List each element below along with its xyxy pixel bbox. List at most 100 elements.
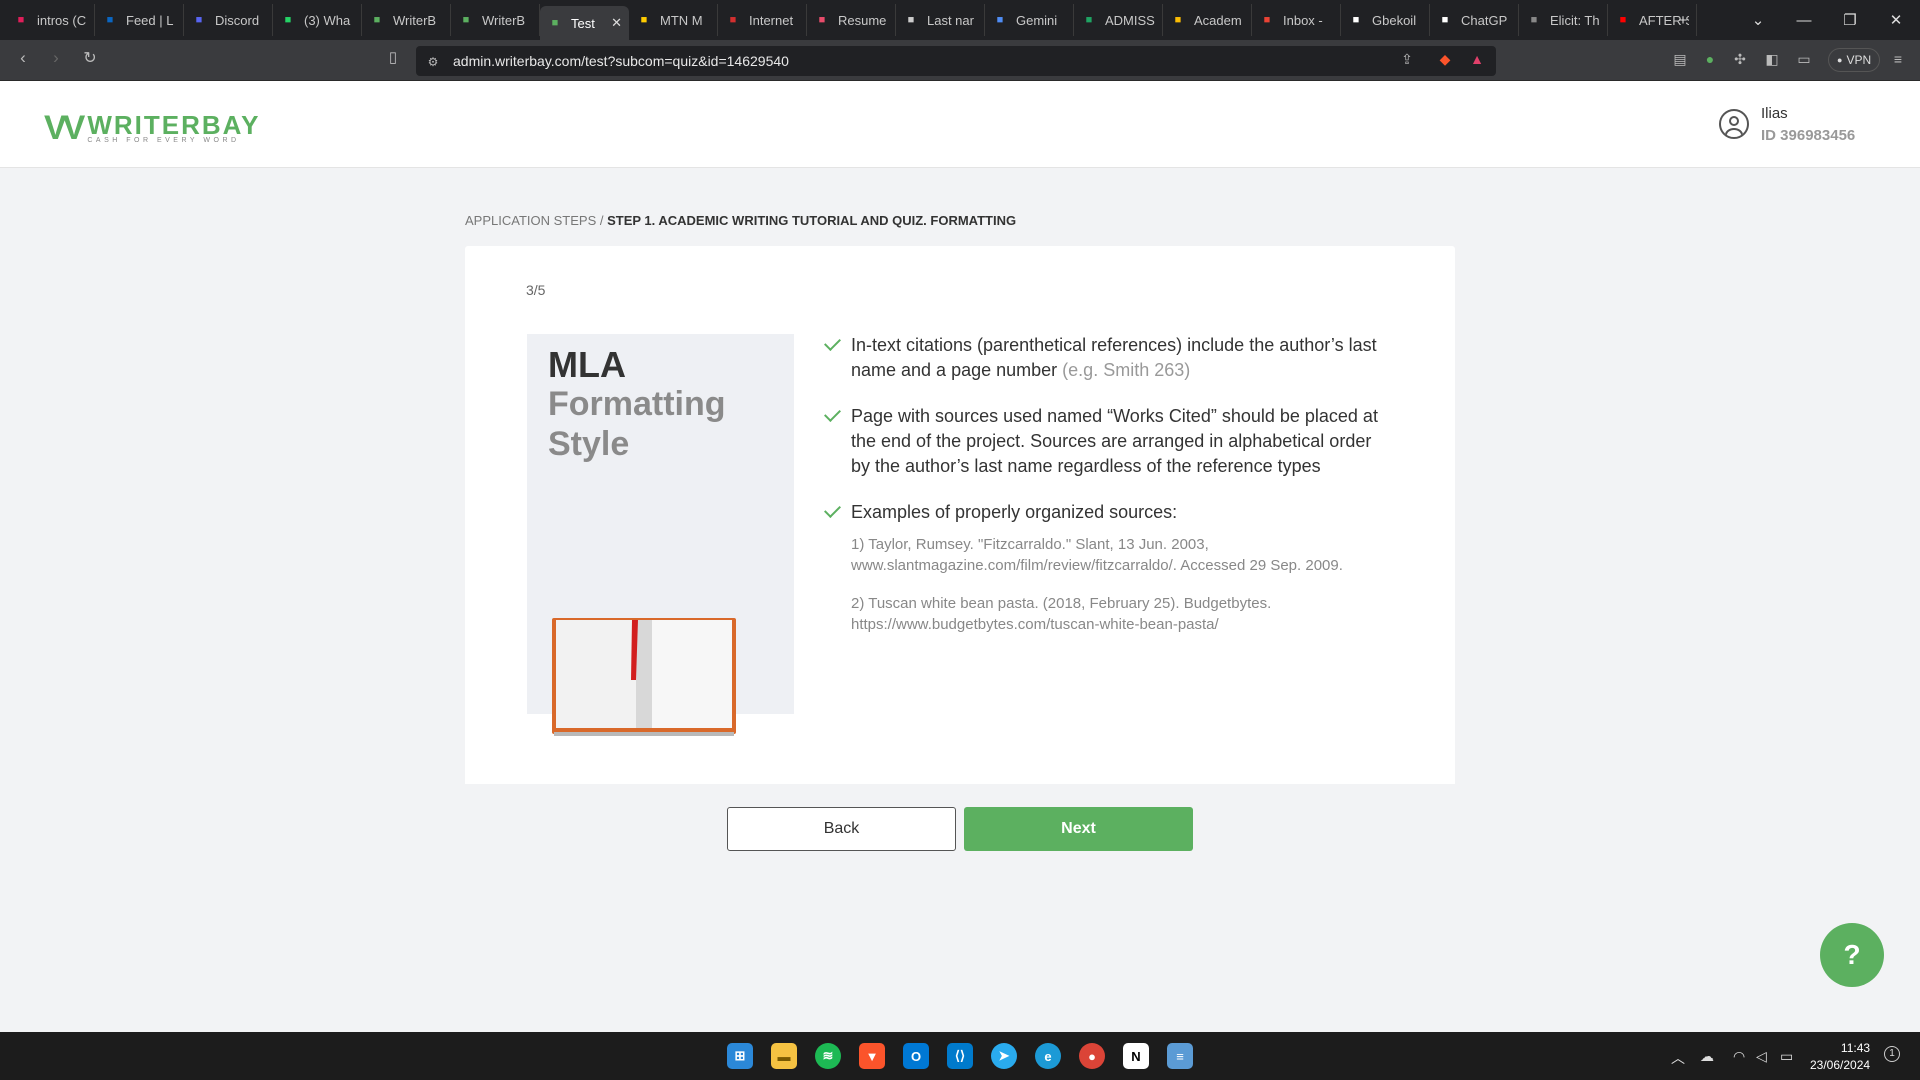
reload-icon[interactable]: ↻	[77, 48, 103, 68]
logo-mark-icon: VV	[44, 109, 85, 147]
notification-badge[interactable]: 1	[1884, 1046, 1900, 1062]
reading-list-icon[interactable]: ▤	[1671, 50, 1689, 68]
browser-tab[interactable]: ■ WriterB	[362, 4, 451, 36]
restore-icon[interactable]: ❐	[1827, 0, 1873, 40]
check-icon	[824, 405, 841, 422]
check-icon	[824, 501, 841, 518]
tab-title: Discord	[215, 12, 260, 28]
browser-tab[interactable]: ■ Discord	[184, 4, 273, 36]
bullet-item: Examples of properly organized sources: …	[824, 500, 1394, 635]
breadcrumb-root[interactable]: APPLICATION STEPS /	[465, 213, 607, 228]
tab-title: Inbox -	[1283, 12, 1323, 28]
youtube-icon: ■	[1619, 14, 1627, 26]
help-chat-icon[interactable]: ?	[1820, 923, 1884, 987]
file-explorer-icon[interactable]: ▬	[771, 1043, 797, 1069]
mtn-icon: ■	[640, 14, 648, 26]
tray-overflow-icon[interactable]: ︿	[1671, 1048, 1685, 1068]
browser-tab[interactable]: ■ Test ✕	[540, 6, 629, 40]
volume-icon[interactable]: ◁	[1756, 1048, 1767, 1065]
resume-icon: ■	[818, 14, 826, 26]
battery-icon[interactable]: ▭	[1780, 1048, 1793, 1065]
tab-title: Last nar	[927, 12, 974, 28]
vscode-icon[interactable]: ⟨⟩	[947, 1043, 973, 1069]
browser-tab[interactable]: ■ Internet	[718, 4, 807, 36]
brave-shields-icon[interactable]: ◆	[1436, 50, 1454, 68]
browser-tab[interactable]: ■ WriterB	[451, 4, 540, 36]
browser-tab[interactable]: ■ Inbox -	[1252, 4, 1341, 36]
tab-title: ChatGP	[1461, 12, 1508, 28]
tab-title: Feed | L	[126, 12, 174, 28]
browser-tab[interactable]: ■ intros (C	[6, 4, 95, 36]
telegram-icon[interactable]: ➤	[991, 1043, 1017, 1069]
sheets-icon: ■	[1085, 14, 1093, 26]
bullet-2-text: Page with sources used named “Works Cite…	[851, 406, 1378, 476]
browser-tab[interactable]: ■ MTN M	[629, 4, 718, 36]
check-icon	[824, 334, 841, 351]
panel-title-line1: MLA	[548, 344, 626, 385]
tab-title: (3) Wha	[304, 12, 351, 28]
forward-icon[interactable]: ›	[43, 48, 69, 68]
user-name[interactable]: Ilias	[1761, 105, 1788, 122]
notion-icon[interactable]: N	[1123, 1043, 1149, 1069]
internet-icon: ■	[729, 14, 737, 26]
example-source-2: 2) Tuscan white bean pasta. (2018, Febru…	[851, 595, 1272, 633]
sidebar-icon[interactable]: ◧	[1763, 50, 1781, 68]
next-button[interactable]: Next	[964, 807, 1193, 851]
bullet-item: In-text citations (parenthetical referen…	[824, 333, 1394, 383]
clock-date: 23/06/2024	[1810, 1058, 1871, 1072]
tab-search-icon[interactable]: ⌄	[1735, 0, 1781, 40]
bookmark-icon[interactable]: ▯	[380, 48, 406, 66]
chrome-icon[interactable]: ●	[1079, 1043, 1105, 1069]
browser-tab[interactable]: ■ ChatGP	[1430, 4, 1519, 36]
clock[interactable]: 11:43 23/06/2024	[1810, 1040, 1870, 1074]
menu-icon[interactable]: ≡	[1889, 50, 1907, 68]
breadcrumb-current: STEP 1. ACADEMIC WRITING TUTORIAL AND QU…	[607, 213, 1017, 228]
browser-tab[interactable]: ■ Elicit: Th	[1519, 4, 1608, 36]
user-avatar-icon[interactable]	[1719, 109, 1749, 139]
bullet-3-text: Examples of properly organized sources:	[851, 502, 1178, 522]
browser-tab[interactable]: ■ Resume	[807, 4, 896, 36]
browser-tab[interactable]: ■ Feed | L	[95, 4, 184, 36]
browser-tab[interactable]: ■ ADMISS	[1074, 4, 1163, 36]
slack-icon: ■	[17, 14, 25, 26]
browser-tab[interactable]: ■ (3) Wha	[273, 4, 362, 36]
wifi-icon[interactable]: ◠	[1733, 1048, 1745, 1065]
close-tab-icon[interactable]: ✕	[611, 15, 622, 31]
tab-title: Elicit: Th	[1550, 12, 1600, 28]
back-button[interactable]: Back	[727, 807, 956, 851]
extensions-icon[interactable]: ✣	[1731, 50, 1749, 68]
wallet-icon[interactable]: ▭	[1795, 50, 1813, 68]
browser-tab[interactable]: ■ Gbekoil	[1341, 4, 1430, 36]
brave-icon[interactable]: ▼	[859, 1043, 885, 1069]
browser-tab[interactable]: ■ Last nar	[896, 4, 985, 36]
browser-tab[interactable]: ■ Gemini	[985, 4, 1074, 36]
site-settings-icon[interactable]: ⚙	[424, 53, 442, 71]
back-icon[interactable]: ‹	[10, 48, 36, 68]
logo-name: WRITERBAY	[87, 109, 261, 140]
tab-title: WriterB	[482, 12, 526, 28]
url-field[interactable]: admin.writerbay.com/test?subcom=quiz&id=…	[453, 53, 789, 69]
edge-icon[interactable]: e	[1035, 1043, 1061, 1069]
writerbay-icon: ■	[462, 14, 470, 26]
new-tab-button[interactable]: +	[1660, 0, 1706, 40]
writerbay-logo[interactable]: VV WRITERBAY CASH FOR EVERY WORD	[44, 109, 260, 148]
brave-rewards-icon[interactable]: ▲	[1468, 50, 1486, 68]
minimize-icon[interactable]: —	[1781, 0, 1827, 40]
logo-tagline: CASH FOR EVERY WORD	[87, 136, 240, 144]
outlook-icon[interactable]: O	[903, 1043, 929, 1069]
vpn-label: VPN	[1846, 53, 1872, 67]
onedrive-icon[interactable]: ☁	[1700, 1048, 1714, 1065]
card-footer	[465, 784, 1455, 874]
spotify-icon[interactable]: ≋	[815, 1043, 841, 1069]
extension-grammarly-icon[interactable]: ●	[1701, 50, 1719, 68]
tab-title: Resume	[838, 12, 887, 28]
browser-tab[interactable]: ■ Academ	[1163, 4, 1252, 36]
notepad-icon[interactable]: ≡	[1167, 1043, 1193, 1069]
vpn-button[interactable]: ● VPN	[1828, 48, 1881, 72]
tab-title: Gemini	[1016, 12, 1058, 28]
share-icon[interactable]: ⇪	[1398, 50, 1416, 68]
start-icon[interactable]: ⊞	[727, 1043, 753, 1069]
tab-title: Gbekoil	[1372, 12, 1417, 28]
close-window-icon[interactable]: ✕	[1873, 0, 1919, 40]
discord-icon: ■	[195, 14, 203, 26]
